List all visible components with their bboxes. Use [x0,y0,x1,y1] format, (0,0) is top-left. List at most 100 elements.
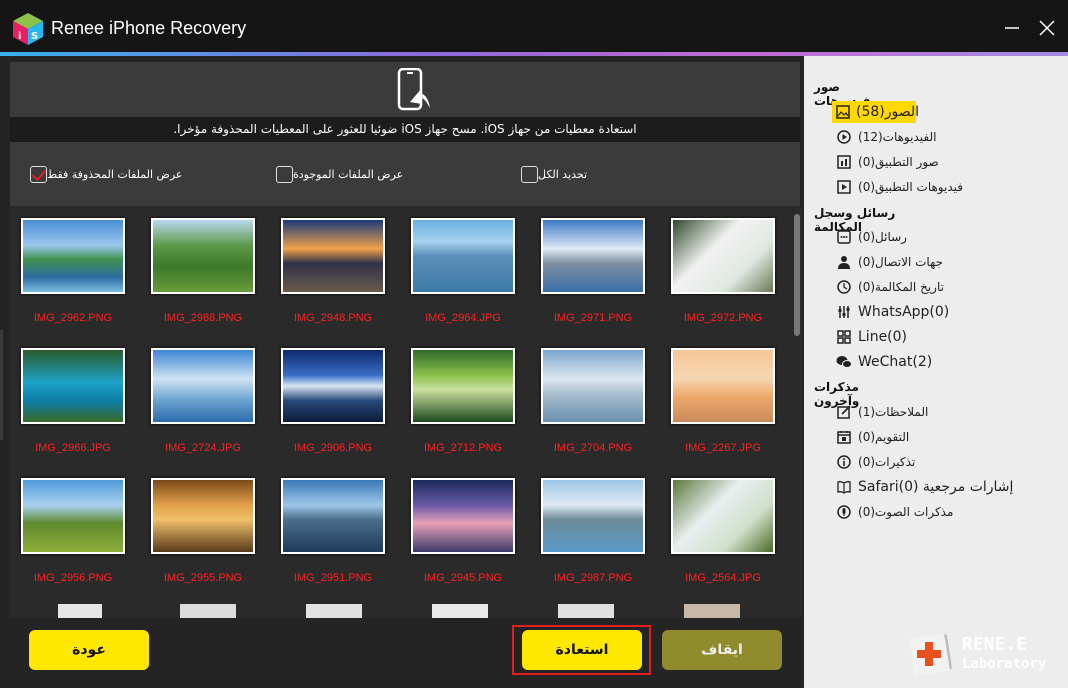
sidebar-item-reminders[interactable]: تذكيرات(0) [832,451,915,473]
photo-item[interactable]: IMG_2945.PNG [403,472,523,592]
edit-note-icon [836,404,852,420]
sidebar-item-label: مذكرات الصوت(0) [858,505,954,519]
select-all-checkbox[interactable] [521,165,538,183]
sidebar-item-label: WeChat(2) [858,354,933,370]
sidebar-item-label: الفيديوهات(12) [858,130,937,144]
sidebar-item-whatsapp[interactable]: WhatsApp(0) [832,301,949,323]
photo-thumbnail-partial[interactable] [684,604,740,618]
sidebar-item-call-history[interactable]: تاريخ المكالمة(0) [832,276,944,298]
photo-thumbnail[interactable] [671,218,775,294]
plus-box-icon [910,634,952,676]
instruction-text: استعادة معطيات من جهاز iOS. مسح جهاز iOS… [10,117,800,142]
photo-item[interactable]: IMG_2971.PNG [533,212,653,332]
grid-icon [836,329,852,345]
photo-filename: IMG_2964.JPG [425,312,501,324]
photo-thumbnail[interactable] [151,218,255,294]
brand-name: RENE.E [962,634,1028,655]
show-existing-checkbox[interactable] [276,165,293,183]
photo-thumbnail-partial[interactable] [558,604,614,618]
photo-item[interactable]: IMG_2964.JPG [403,212,523,332]
photo-item[interactable]: IMG_2704.PNG [533,342,653,462]
photo-item[interactable]: IMG_2962.PNG [13,212,133,332]
stop-button[interactable]: ايقاف [662,630,782,670]
clock-icon [836,279,852,295]
photo-item[interactable]: IMG_2955.PNG [143,472,263,592]
photo-item[interactable]: IMG_2966.JPG [13,342,133,462]
photo-item[interactable]: IMG_2564.JPG [663,472,783,592]
photo-filename: IMG_2906.PNG [293,442,373,454]
photo-filename: IMG_2962.PNG [33,312,113,324]
book-icon [836,479,852,495]
photo-item[interactable]: IMG_2948.PNG [273,212,393,332]
photo-thumbnail[interactable] [411,218,515,294]
photo-thumbnail[interactable] [281,218,385,294]
sidebar-item-label: إشارات مرجعية Safari(0) [858,479,1014,495]
photo-thumbnail[interactable] [21,478,125,554]
photo-thumbnail[interactable] [151,348,255,424]
show-deleted-only-option[interactable]: عرض الملفات المحذوفة فقط [24,164,182,184]
photo-filename: IMG_2267.JPG [685,442,761,454]
left-edge-handle [0,330,3,440]
show-existing-option[interactable]: عرض الملفات الموجودة [270,164,403,184]
photo-thumbnail[interactable] [21,348,125,424]
sidebar-item-label: فيديوهات التطبيق(0) [858,180,964,194]
sidebar-item-wechat[interactable]: WeChat(2) [832,351,932,373]
photo-thumbnail[interactable] [671,348,775,424]
photo-item[interactable]: IMG_2712.PNG [403,342,523,462]
show-deleted-only-checkbox[interactable] [30,165,47,183]
message-icon [836,229,852,245]
close-icon[interactable] [1037,18,1057,38]
photo-thumbnail-partial[interactable] [180,604,236,618]
sidebar-item-videos[interactable]: الفيديوهات(12) [832,126,936,148]
photo-filename: IMG_2988.PNG [163,312,243,324]
sidebar-item-app-photos[interactable]: صور التطبيق(0) [832,151,939,173]
photo-thumbnail[interactable] [411,478,515,554]
sidebar-item-messages[interactable]: رسائل(0) [832,226,907,248]
minimize-icon[interactable] [1002,18,1022,38]
photo-thumbnail-partial[interactable] [432,604,488,618]
rene-laboratory-logo: RENE.E Laboratory [904,632,1054,678]
sidebar-item-line[interactable]: Line(0) [832,326,907,348]
photo-filename: IMG_2724.JPG [165,442,241,454]
photo-thumbnail[interactable] [281,478,385,554]
photo-item[interactable]: IMG_2906.PNG [273,342,393,462]
back-button[interactable]: عودة [29,630,149,670]
sidebar-item-voice-memos[interactable]: مذكرات الصوت(0) [832,501,953,523]
photo-thumbnail[interactable] [151,478,255,554]
photo-thumbnail-partial[interactable] [58,604,102,618]
photo-filename: IMG_2955.PNG [163,572,243,584]
sidebar-item-label: التقويم(0) [858,430,910,444]
photo-thumbnail[interactable] [541,478,645,554]
sidebar-item-calendar[interactable]: التقويم(0) [832,426,909,448]
photo-thumbnail[interactable] [671,478,775,554]
photo-filename: IMG_2948.PNG [293,312,373,324]
sidebar-item-notes[interactable]: الملاحظات(1) [832,401,928,423]
sidebar-item-contacts[interactable]: جهات الاتصال(0) [832,251,943,273]
grid-scrollbar-thumb[interactable] [794,214,800,336]
app-logo-icon: i S [13,13,43,45]
photo-thumbnail[interactable] [21,218,125,294]
photo-thumbnail[interactable] [281,348,385,424]
sidebar-item-photos[interactable]: الصور(58) [832,101,919,123]
photo-filename: IMG_2951.PNG [293,572,373,584]
category-sidebar: صور وفيديوهات الصور(58) الفيديوهات(12) ص… [804,56,1068,688]
title-bar: i S Renee iPhone Recovery [0,0,1068,56]
photo-thumbnail[interactable] [541,348,645,424]
photo-item[interactable]: IMG_2987.PNG [533,472,653,592]
photo-item[interactable]: IMG_2267.JPG [663,342,783,462]
sidebar-item-app-videos[interactable]: فيديوهات التطبيق(0) [832,176,963,198]
photo-thumbnail-partial[interactable] [306,604,362,618]
sidebar-item-safari[interactable]: إشارات مرجعية Safari(0) [832,476,1013,498]
recover-button[interactable]: استعادة [522,630,642,670]
photo-thumbnail[interactable] [411,348,515,424]
photo-item[interactable]: IMG_2972.PNG [663,212,783,332]
photo-item[interactable]: IMG_2724.JPG [143,342,263,462]
select-all-option[interactable]: تحديد الكل [515,164,587,184]
phone-restore-icon [397,68,430,111]
photo-item[interactable]: IMG_2988.PNG [143,212,263,332]
image-icon [836,104,850,120]
photo-item[interactable]: IMG_2951.PNG [273,472,393,592]
photo-thumbnail[interactable] [541,218,645,294]
photo-item[interactable]: IMG_2956.PNG [13,472,133,592]
photo-filename: IMG_2956.PNG [33,572,113,584]
